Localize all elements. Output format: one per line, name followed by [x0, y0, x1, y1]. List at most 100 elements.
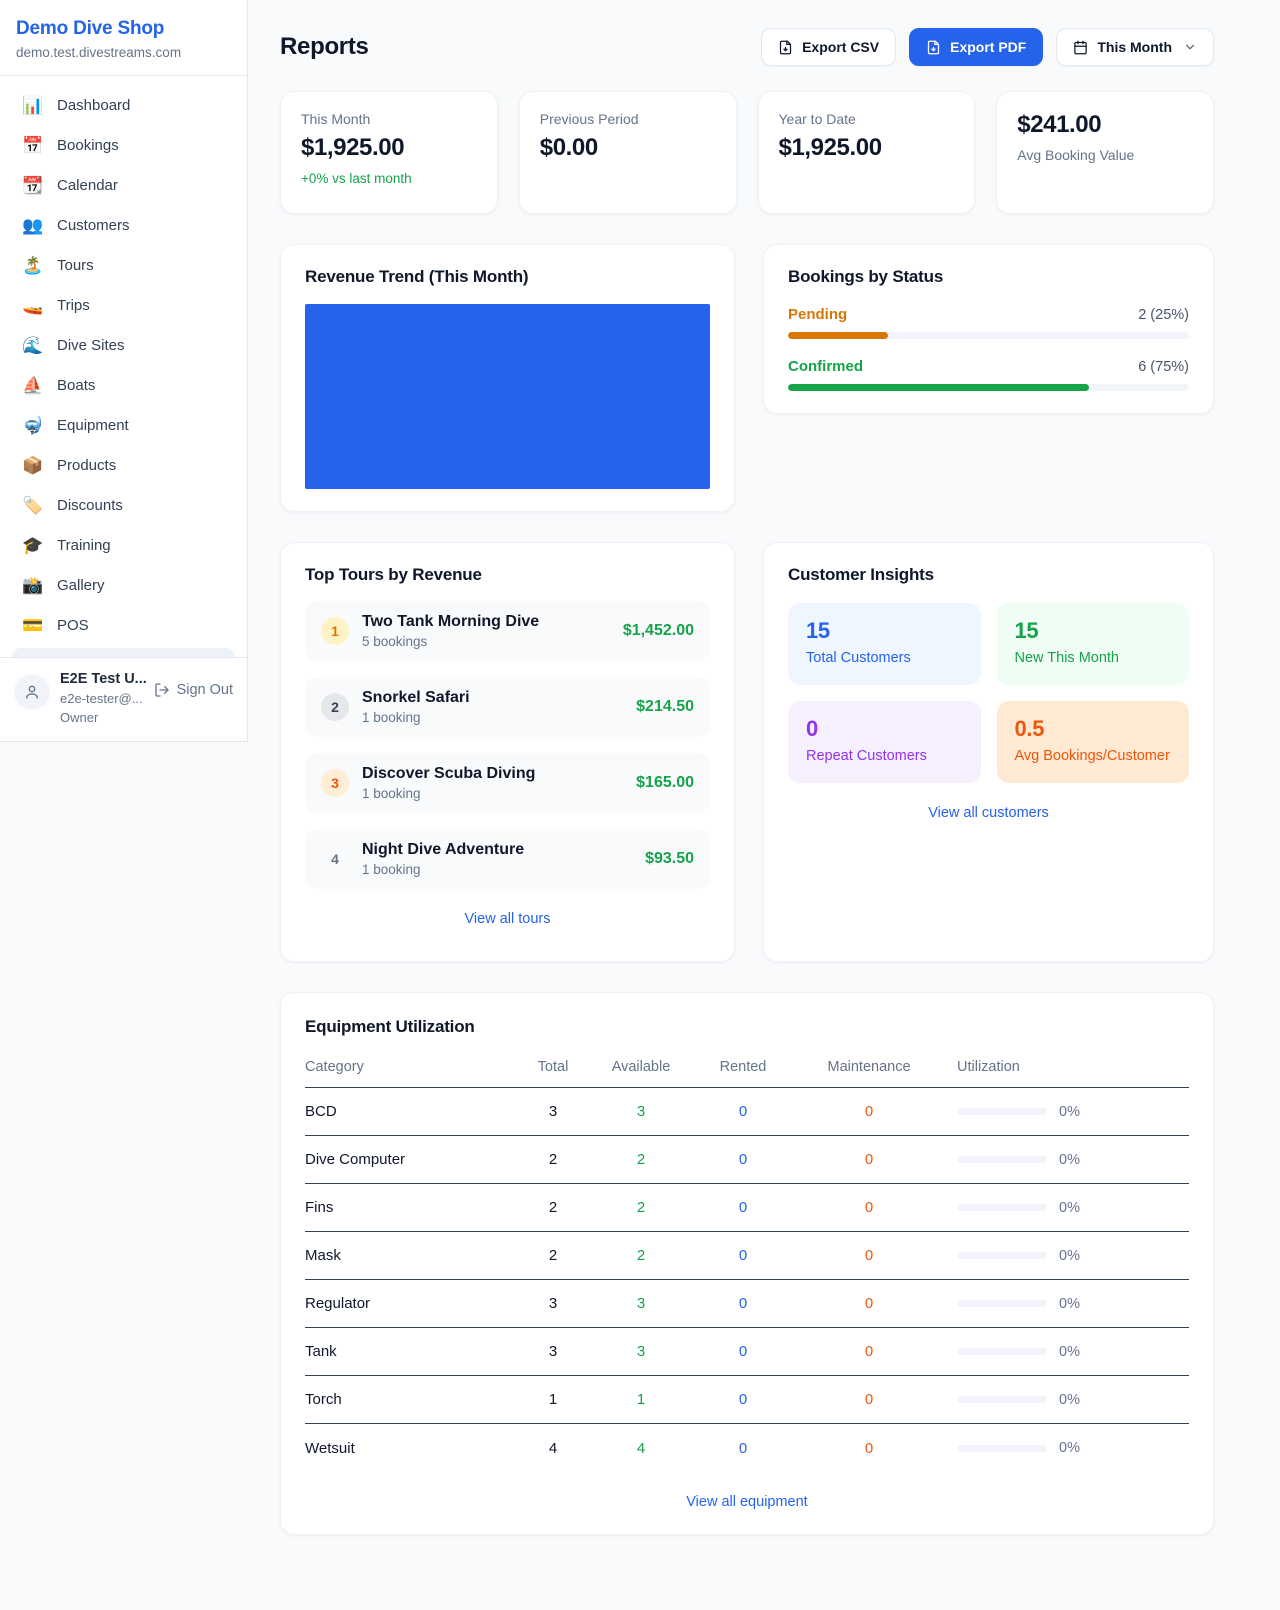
- table-row: Regulator 3 3 0 0 0%: [305, 1280, 1189, 1328]
- cell-maintenance: 0: [805, 1247, 933, 1264]
- utilization-bar: [957, 1396, 1047, 1403]
- tour-name: Snorkel Safari: [362, 689, 470, 707]
- stat-label: Previous Period: [540, 111, 716, 127]
- cell-available: 1: [601, 1391, 681, 1408]
- equipment-utilization-card: Equipment Utilization Category Total Ava…: [280, 992, 1214, 1535]
- tile-label: Avg Bookings/Customer: [1015, 748, 1172, 764]
- tag-icon: 🏷️: [22, 497, 44, 514]
- tile-total-customers: 15 Total Customers: [788, 603, 981, 685]
- cell-maintenance: 0: [805, 1343, 933, 1360]
- stat-card-avg-booking-value: $241.00 Avg Booking Value: [996, 91, 1214, 214]
- tour-bookings: 5 bookings: [362, 634, 539, 649]
- sidebar-item-bookings[interactable]: 📅Bookings: [12, 128, 235, 163]
- top-tours-card: Top Tours by Revenue 1 Two Tank Morning …: [280, 542, 735, 962]
- revenue-trend-title: Revenue Trend (This Month): [305, 267, 710, 287]
- sidebar-item-equipment[interactable]: 🤿Equipment: [12, 408, 235, 443]
- stat-card-this-month: This Month $1,925.00 +0% vs last month: [280, 91, 498, 214]
- utilization-percent: 0%: [1059, 1392, 1080, 1408]
- sidebar-item-customers[interactable]: 👥Customers: [12, 208, 235, 243]
- sidebar-item-label: Discounts: [57, 497, 123, 514]
- tour-row: 4 Night Dive Adventure 1 booking $93.50: [305, 829, 710, 889]
- sign-out-button[interactable]: Sign Out: [154, 682, 233, 698]
- credit-card-icon: 💳: [22, 617, 44, 634]
- cell-total: 3: [505, 1295, 601, 1312]
- tile-label: New This Month: [1015, 650, 1172, 666]
- sailboat-icon: ⛵: [22, 377, 44, 394]
- sidebar: Demo Dive Shop demo.test.divestreams.com…: [0, 0, 248, 742]
- status-label: Pending: [788, 306, 847, 323]
- tour-bookings: 1 booking: [362, 710, 470, 725]
- sidebar-item-boats[interactable]: ⛵Boats: [12, 368, 235, 403]
- calendar-icon: 📆: [22, 177, 44, 194]
- stats-row: This Month $1,925.00 +0% vs last month P…: [280, 91, 1214, 214]
- tour-name: Two Tank Morning Dive: [362, 613, 539, 631]
- export-pdf-button[interactable]: Export PDF: [909, 28, 1043, 66]
- table-row: BCD 3 3 0 0 0%: [305, 1088, 1189, 1136]
- page-header: Reports Export CSV Export PDF This Month: [280, 28, 1214, 66]
- tour-amount: $1,452.00: [623, 622, 694, 640]
- sidebar-item-label: Customers: [57, 217, 130, 234]
- stat-label: Avg Booking Value: [1017, 147, 1193, 163]
- utilization-percent: 0%: [1059, 1344, 1080, 1360]
- customer-insights-card: Customer Insights 15 Total Customers 15 …: [763, 542, 1214, 962]
- sidebar-item-calendar[interactable]: 📆Calendar: [12, 168, 235, 203]
- sidebar-item-label: Tours: [57, 257, 94, 274]
- shop-domain: demo.test.divestreams.com: [16, 45, 231, 60]
- period-dropdown[interactable]: This Month: [1056, 28, 1214, 66]
- package-icon: 📦: [22, 457, 44, 474]
- sidebar-item-trips[interactable]: 🚤Trips: [12, 288, 235, 323]
- cell-rented: 0: [681, 1295, 805, 1312]
- stat-card-year-to-date: Year to Date $1,925.00: [758, 91, 976, 214]
- rank-badge: 1: [321, 617, 349, 645]
- view-all-equipment-link[interactable]: View all equipment: [305, 1494, 1189, 1510]
- tile-new-this-month: 15 New This Month: [997, 603, 1190, 685]
- cell-maintenance: 0: [805, 1295, 933, 1312]
- tile-value: 0: [806, 716, 963, 742]
- sidebar-item-dive-sites[interactable]: 🌊Dive Sites: [12, 328, 235, 363]
- tile-value: 0.5: [1015, 716, 1172, 742]
- table-row: Fins 2 2 0 0 0%: [305, 1184, 1189, 1232]
- customer-insights-title: Customer Insights: [788, 565, 1189, 585]
- cell-total: 2: [505, 1247, 601, 1264]
- tile-label: Total Customers: [806, 650, 963, 666]
- bookings-calendar-icon: 📅: [22, 137, 44, 154]
- sidebar-item-dashboard[interactable]: 📊Dashboard: [12, 88, 235, 123]
- table-row: Tank 3 3 0 0 0%: [305, 1328, 1189, 1376]
- stat-label: Year to Date: [779, 111, 955, 127]
- view-all-customers-link[interactable]: View all customers: [788, 805, 1189, 821]
- utilization-percent: 0%: [1059, 1440, 1080, 1456]
- file-download-icon: [778, 40, 793, 55]
- tour-bookings: 1 booking: [362, 786, 535, 801]
- cell-category: Fins: [305, 1199, 505, 1216]
- cell-available: 2: [601, 1199, 681, 1216]
- revenue-trend-card: Revenue Trend (This Month): [280, 244, 735, 512]
- sidebar-item-tours[interactable]: 🏝️Tours: [12, 248, 235, 283]
- sidebar-item-products[interactable]: 📦Products: [12, 448, 235, 483]
- top-tours-title: Top Tours by Revenue: [305, 565, 710, 585]
- view-all-tours-link[interactable]: View all tours: [305, 911, 710, 927]
- cell-total: 2: [505, 1151, 601, 1168]
- sidebar-item-pos[interactable]: 💳POS: [12, 608, 235, 643]
- sidebar-item-training[interactable]: 🎓Training: [12, 528, 235, 563]
- cell-maintenance: 0: [805, 1151, 933, 1168]
- table-header-row: Category Total Available Rented Maintena…: [305, 1053, 1189, 1088]
- progress-track: [788, 384, 1189, 391]
- cell-maintenance: 0: [805, 1199, 933, 1216]
- col-header-maintenance: Maintenance: [805, 1059, 933, 1075]
- sidebar-item-gallery[interactable]: 📸Gallery: [12, 568, 235, 603]
- export-pdf-label: Export PDF: [950, 39, 1026, 55]
- status-value: 6 (75%): [1138, 359, 1189, 375]
- user-role: Owner: [60, 710, 144, 727]
- status-row-confirmed: Confirmed 6 (75%): [788, 358, 1189, 391]
- cell-available: 3: [601, 1295, 681, 1312]
- tour-name: Night Dive Adventure: [362, 841, 524, 859]
- sidebar-item-active-partial[interactable]: [12, 648, 235, 657]
- dashboard-icon: 📊: [22, 97, 44, 114]
- rank-badge: 3: [321, 769, 349, 797]
- progress-fill: [788, 384, 1089, 391]
- table-row: Torch 1 1 0 0 0%: [305, 1376, 1189, 1424]
- cell-utilization: 0%: [933, 1104, 1189, 1120]
- export-csv-button[interactable]: Export CSV: [761, 28, 896, 66]
- cell-rented: 0: [681, 1199, 805, 1216]
- sidebar-item-discounts[interactable]: 🏷️ Discounts: [12, 488, 235, 523]
